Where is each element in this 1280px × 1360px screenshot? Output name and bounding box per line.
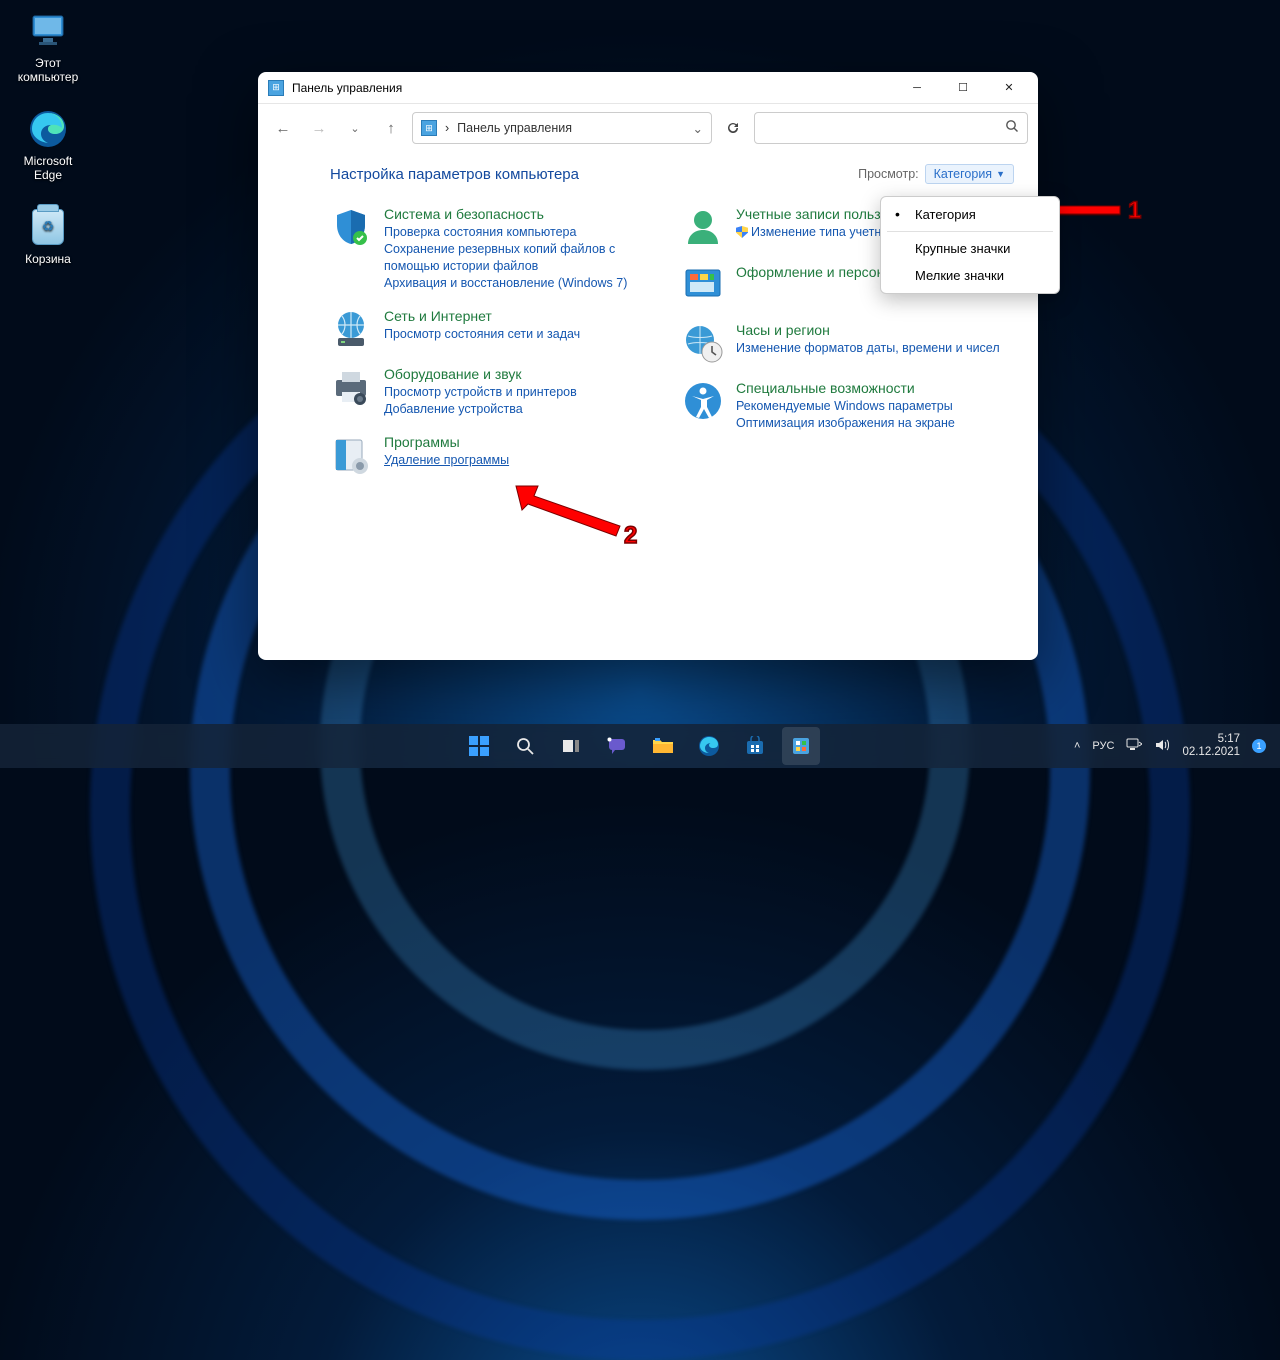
tray-overflow-button[interactable]: ˄ [1074, 740, 1080, 752]
annotation-number-1: 1 [1128, 197, 1141, 225]
category-hardware: Оборудование и звук Просмотр устройств и… [330, 366, 662, 418]
category-programs: Программы Удаление программы [330, 434, 662, 476]
taskbar-edge-button[interactable] [690, 727, 728, 765]
category-link[interactable]: Проверка состояния компьютера [384, 224, 662, 241]
category-title[interactable]: Часы и регион [736, 322, 1000, 338]
clock-date: 02.12.2021 [1182, 746, 1240, 759]
category-title[interactable]: Система и безопасность [384, 206, 662, 222]
breadcrumb-text[interactable]: Панель управления [457, 121, 572, 135]
volume-icon[interactable] [1154, 738, 1170, 755]
taskbar-control-panel-button[interactable] [782, 727, 820, 765]
category-link[interactable]: Рекомендуемые Windows параметры [736, 398, 955, 415]
dropdown-item-small-icons[interactable]: Мелкие значки [881, 262, 1059, 289]
titlebar: ⊞ Панель управления ─ ☐ ✕ [258, 72, 1038, 104]
monitor-icon [27, 10, 69, 52]
desktop-icon-label: Корзина [8, 252, 88, 266]
edge-icon [27, 108, 69, 150]
network-icon[interactable] [1126, 738, 1142, 755]
user-icon [682, 206, 724, 248]
clock-time: 5:17 [1182, 733, 1240, 746]
control-panel-window: ⊞ Панель управления ─ ☐ ✕ ← → ⌄ ↑ ⊞ › Па… [258, 72, 1038, 660]
dropdown-item-category[interactable]: Категория [881, 201, 1059, 228]
control-panel-icon: ⊞ [268, 80, 284, 96]
notifications-badge[interactable]: 1 [1252, 739, 1266, 753]
printer-icon [330, 366, 372, 408]
dropdown-item-large-icons[interactable]: Крупные значки [881, 235, 1059, 262]
view-selector[interactable]: Категория ▼ [925, 164, 1014, 184]
desktop-icon-label: MicrosoftEdge [8, 154, 88, 182]
category-clock-region: Часы и регион Изменение форматов даты, в… [682, 322, 1014, 364]
recycle-bin-icon [27, 206, 69, 248]
category-link[interactable]: Просмотр устройств и принтеров [384, 384, 577, 401]
category-link[interactable]: Удаление программы [384, 452, 509, 469]
system-tray: ˄ РУС 5:17 02.12.2021 1 [1074, 733, 1280, 759]
personalization-icon [682, 264, 724, 306]
view-dropdown: Категория Крупные значки Мелкие значки [880, 196, 1060, 294]
desktop-icon-label: Этоткомпьютер [8, 56, 88, 84]
desktop-icon-edge[interactable]: MicrosoftEdge [8, 108, 88, 182]
annotation-arrow-2 [510, 480, 630, 540]
category-link[interactable]: Изменение форматов даты, времени и чисел [736, 340, 1000, 357]
breadcrumb-sep: › [445, 121, 449, 135]
shield-icon [330, 206, 372, 248]
up-button[interactable]: ↑ [376, 113, 406, 143]
desktop-icon-this-pc[interactable]: Этоткомпьютер [8, 10, 88, 84]
globe-icon [330, 308, 372, 350]
category-link[interactable]: Просмотр состояния сети и задач [384, 326, 580, 343]
taskbar-chat-button[interactable] [598, 727, 636, 765]
search-icon [1005, 119, 1019, 138]
maximize-button[interactable]: ☐ [940, 72, 986, 104]
taskbar-explorer-button[interactable] [644, 727, 682, 765]
uac-shield-icon [736, 226, 748, 238]
language-indicator[interactable]: РУС [1092, 740, 1114, 752]
category-link[interactable]: Сохранение резервных копий файлов с помо… [384, 241, 662, 275]
navigation-row: ← → ⌄ ↑ ⊞ › Панель управления ⌄ [258, 104, 1038, 152]
category-title[interactable]: Оборудование и звук [384, 366, 577, 382]
category-network: Сеть и Интернет Просмотр состояния сети … [330, 308, 662, 350]
refresh-button[interactable] [718, 113, 748, 143]
taskview-button[interactable] [552, 727, 590, 765]
category-title[interactable]: Специальные возможности [736, 380, 955, 396]
clock[interactable]: 5:17 02.12.2021 [1182, 733, 1240, 759]
programs-icon [330, 434, 372, 476]
back-button[interactable]: ← [268, 113, 298, 143]
forward-button[interactable]: → [304, 113, 334, 143]
desktop-icon-recycle[interactable]: Корзина [8, 206, 88, 266]
taskbar-search-button[interactable] [506, 727, 544, 765]
close-button[interactable]: ✕ [986, 72, 1032, 104]
page-heading: Настройка параметров компьютера [330, 166, 579, 183]
annotation-number-2: 2 [624, 522, 637, 550]
clock-globe-icon [682, 322, 724, 364]
address-bar[interactable]: ⊞ › Панель управления ⌄ [412, 112, 712, 144]
category-system-security: Система и безопасность Проверка состояни… [330, 206, 662, 292]
accessibility-icon [682, 380, 724, 422]
view-value: Категория [934, 167, 992, 181]
category-title[interactable]: Сеть и Интернет [384, 308, 580, 324]
category-accessibility: Специальные возможности Рекомендуемые Wi… [682, 380, 1014, 432]
view-label: Просмотр: [858, 167, 919, 181]
category-link[interactable]: Добавление устройства [384, 401, 577, 418]
separator [887, 231, 1053, 232]
control-panel-icon: ⊞ [421, 120, 437, 136]
start-button[interactable] [460, 727, 498, 765]
triangle-down-icon: ▼ [996, 169, 1005, 179]
taskbar-store-button[interactable] [736, 727, 774, 765]
category-title[interactable]: Программы [384, 434, 509, 450]
window-title: Панель управления [292, 81, 894, 95]
search-input[interactable] [754, 112, 1028, 144]
chevron-down-icon[interactable]: ⌄ [693, 121, 703, 136]
category-link[interactable]: Оптимизация изображения на экране [736, 415, 955, 432]
taskbar: ˄ РУС 5:17 02.12.2021 1 [0, 724, 1280, 768]
category-link[interactable]: Архивация и восстановление (Windows 7) [384, 275, 662, 292]
recent-locations-button[interactable]: ⌄ [340, 113, 370, 143]
minimize-button[interactable]: ─ [894, 72, 940, 104]
categories-left-column: Система и безопасность Проверка состояни… [330, 206, 662, 476]
